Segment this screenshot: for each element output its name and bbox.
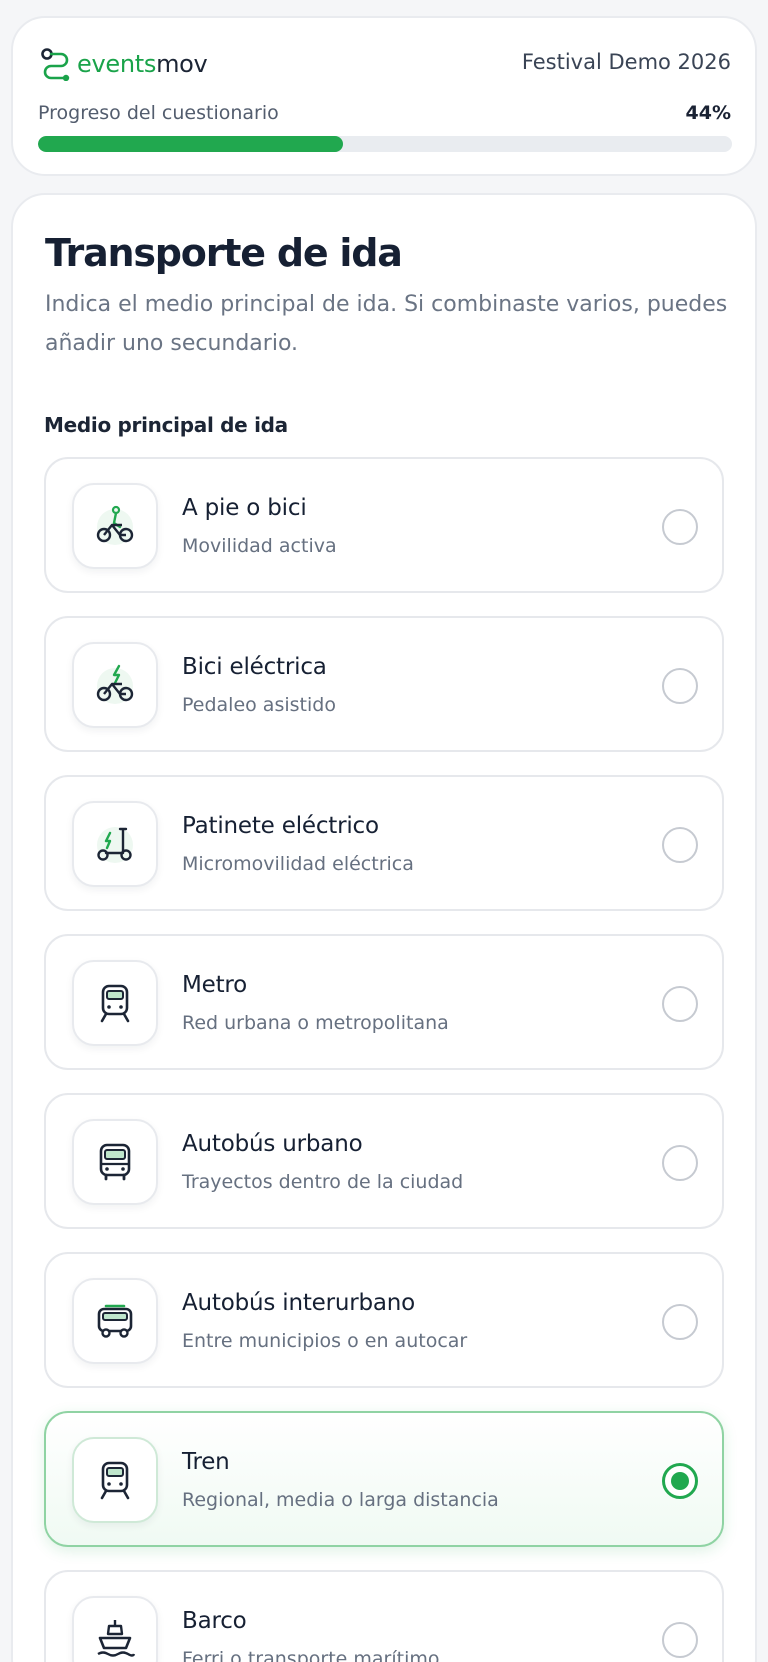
radio-button[interactable] <box>662 986 698 1022</box>
radio-button[interactable] <box>662 1145 698 1181</box>
event-name: Festival Demo 2026 <box>521 50 731 74</box>
option-icon-box <box>72 1596 158 1662</box>
option-icon-box <box>72 801 158 887</box>
radio-button[interactable] <box>662 1622 698 1658</box>
option-autobus-interurbano[interactable]: Autobús interurbano Entre municipios o e… <box>44 1252 724 1388</box>
option-barco[interactable]: Barco Ferri o transporte marítimo <box>44 1570 724 1662</box>
progress-bar <box>38 136 732 152</box>
route-icon <box>41 48 70 81</box>
logo-text-part2: mov <box>156 50 208 78</box>
option-subtitle: Ferri o transporte marítimo <box>182 1648 440 1662</box>
option-bici-electrica[interactable]: Bici eléctrica Pedaleo asistido <box>44 616 724 752</box>
option-subtitle: Micromovilidad eléctrica <box>182 853 414 875</box>
page: eventsmov Festival Demo 2026 Progreso de… <box>0 0 768 1662</box>
page-title: Transporte de ida <box>45 231 403 275</box>
ship-icon <box>97 1620 136 1657</box>
header-card: eventsmov Festival Demo 2026 Progreso de… <box>11 16 757 176</box>
option-subtitle: Entre municipios o en autocar <box>182 1330 468 1352</box>
progress-bar-fill <box>38 136 344 152</box>
walk-bike-icon <box>96 505 134 545</box>
option-tren[interactable]: Tren Regional, media o larga distancia <box>44 1411 724 1547</box>
train-icon <box>100 1461 130 1500</box>
option-subtitle: Red urbana o metropolitana <box>182 1012 449 1034</box>
radio-button[interactable] <box>662 668 698 704</box>
option-a-pie-o-bici[interactable]: A pie o bici Movilidad activa <box>44 457 724 593</box>
e-bike-icon <box>96 664 134 704</box>
option-title: Patinete eléctrico <box>182 813 379 839</box>
logo-text: eventsmov <box>77 50 208 78</box>
option-metro[interactable]: Metro Red urbana o metropolitana <box>44 934 724 1070</box>
option-patinete-electrico[interactable]: Patinete eléctrico Micromovilidad eléctr… <box>44 775 724 911</box>
logo: eventsmov <box>39 46 208 82</box>
radio-button[interactable] <box>662 827 698 863</box>
option-icon-box <box>72 1278 158 1364</box>
option-title: Barco <box>182 1608 247 1634</box>
progress-value: 44% <box>685 102 731 124</box>
option-subtitle: Regional, media o larga distancia <box>182 1489 499 1511</box>
option-title: Metro <box>182 972 248 998</box>
option-title: Tren <box>182 1449 230 1475</box>
option-subtitle: Trayectos dentro de la ciudad <box>182 1171 464 1193</box>
bus-icon <box>99 1143 131 1181</box>
metro-icon <box>100 984 130 1023</box>
page-subtitle: Indica el medio principal de ida. Si com… <box>45 292 728 356</box>
option-title: Autobús urbano <box>182 1131 363 1157</box>
option-title: Autobús interurbano <box>182 1290 416 1316</box>
radio-button[interactable] <box>662 509 698 545</box>
option-icon-box <box>72 1119 158 1205</box>
option-autobus-urbano[interactable]: Autobús urbano Trayectos dentro de la ci… <box>44 1093 724 1229</box>
option-icon-box <box>72 1437 158 1523</box>
radio-button[interactable] <box>662 1304 698 1340</box>
progress-label: Progreso del cuestionario <box>38 102 279 124</box>
option-title: Bici eléctrica <box>182 654 327 680</box>
question-card: Transporte de ida Indica el medio princi… <box>11 193 757 1662</box>
e-scooter-icon <box>97 827 133 863</box>
option-subtitle: Movilidad activa <box>182 535 337 557</box>
option-icon-box <box>72 483 158 569</box>
radio-button[interactable] <box>662 1463 698 1499</box>
field-label: Medio principal de ida <box>44 413 288 437</box>
option-icon-box <box>72 960 158 1046</box>
option-title: A pie o bici <box>182 495 307 521</box>
option-subtitle: Pedaleo asistido <box>182 694 336 716</box>
coach-icon <box>97 1304 133 1338</box>
logo-text-part1: events <box>77 50 157 78</box>
option-icon-box <box>72 642 158 728</box>
